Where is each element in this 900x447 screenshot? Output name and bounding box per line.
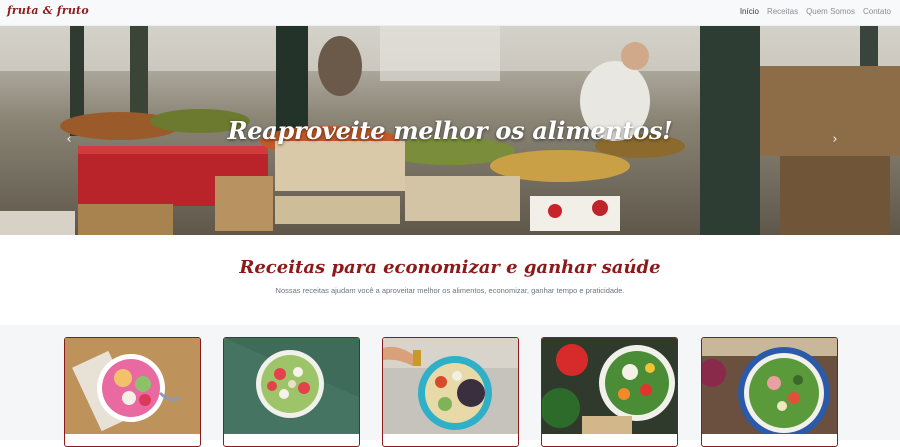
nav-link-quem-somos[interactable]: Quem Somos (806, 7, 855, 16)
mixed-vegetable-salad-photo (542, 338, 677, 434)
section-subtitle: Nossas receitas ajudam você a aproveitar… (275, 286, 625, 295)
green-salad-bowl-photo (702, 338, 837, 434)
recipe-card[interactable] (64, 337, 201, 447)
navbar: fruta & fruto Início Receitas Quem Somos… (0, 0, 900, 26)
recipe-card[interactable] (382, 337, 519, 447)
recipe-cards-area (0, 325, 900, 447)
recipes-intro-section: Receitas para economizar e ganhar saúde … (0, 235, 900, 325)
section-title: Receitas para economizar e ganhar saúde (239, 257, 661, 278)
nav-link-receitas[interactable]: Receitas (767, 7, 798, 16)
chevron-left-icon: ‹ (66, 132, 72, 147)
hero-title: Reaproveite melhor os alimentos! (227, 116, 673, 145)
recipe-card[interactable] (541, 337, 678, 447)
recipe-card[interactable] (223, 337, 360, 447)
chevron-right-icon: › (832, 132, 838, 147)
kiwi-strawberry-bowl-photo (224, 338, 359, 434)
hero-carousel: Reaproveite melhor os alimentos! ‹ › (0, 26, 900, 235)
recipe-card[interactable] (701, 337, 838, 447)
fruit-smoothie-bowl-photo (65, 338, 200, 434)
nav-links: Início Receitas Quem Somos Contato (740, 7, 891, 16)
nav-link-contato[interactable]: Contato (863, 7, 891, 16)
quinoa-salad-plate-photo (383, 338, 518, 434)
carousel-next-button[interactable]: › (828, 131, 842, 149)
brand-logo[interactable]: fruta & fruto (7, 4, 89, 17)
nav-link-inicio[interactable]: Início (740, 7, 759, 16)
carousel-prev-button[interactable]: ‹ (62, 131, 76, 149)
